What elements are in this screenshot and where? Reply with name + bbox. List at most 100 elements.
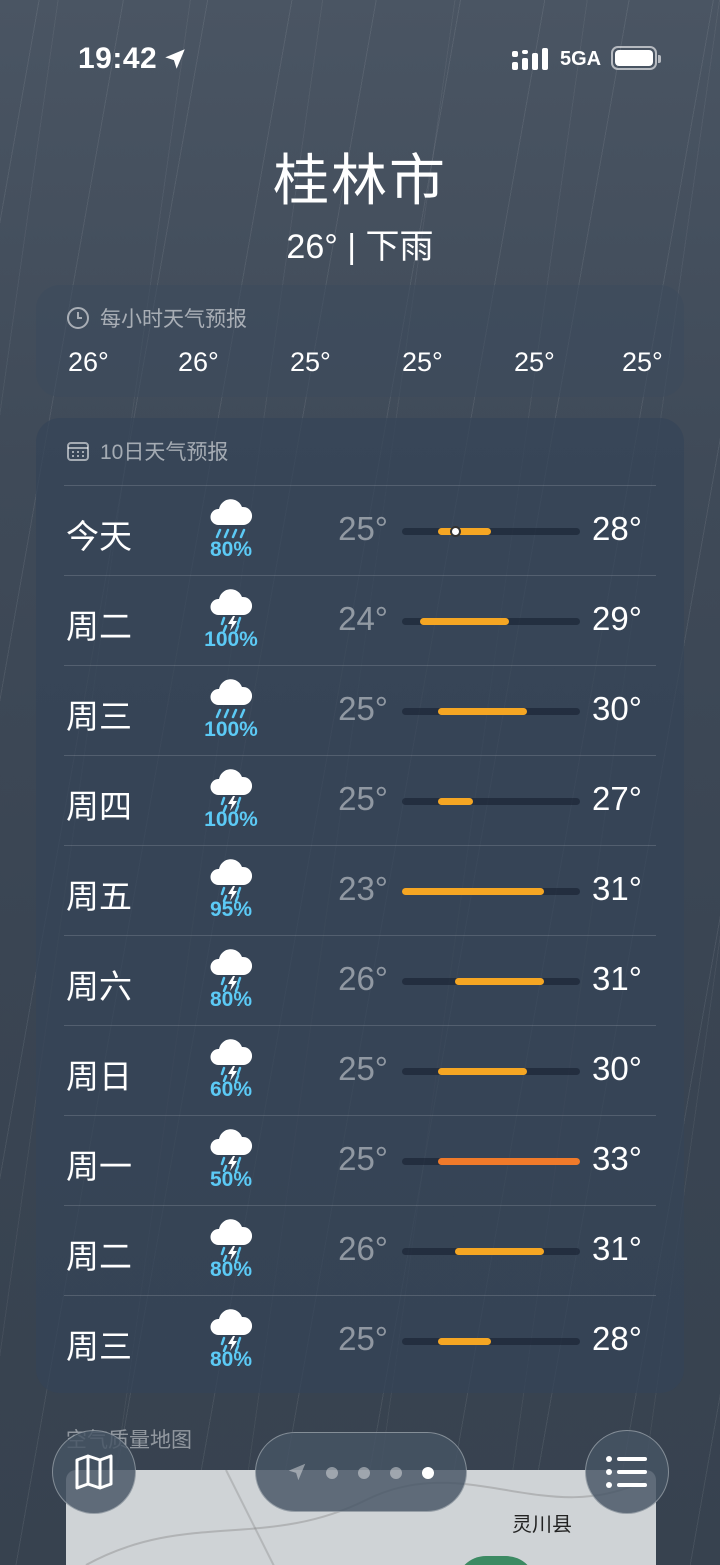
temp-range-bar [402, 798, 580, 805]
precipitation-chance: 80% [209, 1258, 253, 1281]
page-dot[interactable] [390, 1467, 402, 1479]
page-dot-active[interactable] [422, 1467, 434, 1479]
page-dot[interactable] [326, 1467, 338, 1479]
precipitation-chance: 95% [209, 898, 253, 921]
high-temp: 31° [592, 1230, 642, 1267]
high-temp: 28° [592, 1320, 642, 1357]
hourly-temps: 26° 26° 25° 25° 25° 25° [36, 347, 684, 383]
map-icon [75, 1454, 113, 1490]
thunderstorm-icon [206, 1038, 256, 1083]
hourly-temp: 25° [622, 347, 663, 377]
map-place-label: 灵川县 [512, 1514, 572, 1536]
status-time: 19:42 [78, 42, 158, 75]
day-forecast-row[interactable]: 周日 60% 25° 30° [36, 1026, 684, 1116]
rain-cloud-icon [206, 498, 256, 542]
low-temp: 25° [338, 1320, 388, 1357]
low-temp: 23° [338, 870, 388, 907]
thunderstorm-icon [206, 768, 256, 813]
page-indicator[interactable] [255, 1432, 467, 1512]
status-bar: 19:42 5GA [0, 0, 720, 110]
day-name: 周六 [66, 968, 132, 1005]
thunderstorm-icon [206, 1308, 256, 1353]
day-name: 周二 [66, 1238, 132, 1275]
thunderstorm-icon [206, 588, 256, 633]
city-name: 桂林市 [273, 149, 447, 212]
current-temp-dot [450, 526, 462, 537]
day-forecast-row[interactable]: 周六 80% 26° 31° [36, 936, 684, 1026]
temp-range-bar [402, 526, 580, 537]
signal-icon [512, 48, 548, 70]
day-name: 周五 [66, 878, 132, 915]
location-arrow-icon [288, 1463, 306, 1481]
precipitation-chance: 100% [204, 718, 258, 741]
network-type: 5GA [560, 48, 602, 70]
day-forecast-row[interactable]: 周五 95% 23° 31° [36, 846, 684, 936]
precipitation-chance: 100% [204, 628, 258, 651]
thunderstorm-icon [206, 1128, 256, 1173]
hourly-temp: 26° [178, 347, 219, 377]
high-temp: 31° [592, 960, 642, 997]
low-temp: 25° [338, 510, 388, 547]
location-header: 桂林市 26° | 下雨 [0, 136, 720, 268]
day-name: 周二 [66, 608, 132, 645]
temp-range-fill [437, 1338, 491, 1345]
current-conditions: 26° | 下雨 [286, 228, 434, 266]
thunderstorm-icon [206, 948, 256, 993]
day-name: 周四 [66, 788, 132, 825]
day-forecast-row[interactable]: 周四 100% 25° 27° [36, 756, 684, 846]
low-temp: 25° [338, 780, 388, 817]
list-icon [606, 1456, 647, 1488]
day-name: 周三 [66, 1328, 132, 1365]
temp-range-fill [455, 1248, 545, 1255]
rain-cloud-icon [206, 678, 256, 722]
temp-range-bar [402, 708, 580, 715]
day-forecast-row[interactable]: 周二 100% 24° 29° [36, 576, 684, 666]
low-temp: 25° [338, 1140, 388, 1177]
temp-range-fill [402, 888, 545, 895]
hourly-temp: 25° [514, 347, 555, 377]
day-forecast-row[interactable]: 周二 80% 26° 31° [36, 1206, 684, 1296]
temp-range-fill [437, 1068, 527, 1075]
temp-range-fill [437, 708, 527, 715]
temp-range-fill [437, 798, 474, 805]
hourly-temp: 25° [402, 347, 443, 377]
day-name: 周一 [66, 1148, 132, 1185]
day-name: 周日 [66, 1058, 132, 1095]
precipitation-chance: 100% [204, 808, 258, 831]
temp-range-fill [455, 978, 545, 985]
precipitation-chance: 50% [209, 1168, 253, 1191]
temp-range-bar [402, 888, 580, 895]
day-forecast-row[interactable]: 今天 80% 25° 28° [36, 486, 684, 576]
precipitation-chance: 80% [209, 988, 253, 1011]
high-temp: 31° [592, 870, 642, 907]
day-forecast-row[interactable]: 周三 100% 25° 30° [36, 666, 684, 756]
page-dot[interactable] [358, 1467, 370, 1479]
low-temp: 25° [338, 1050, 388, 1087]
day-forecast-row[interactable]: 周一 50% 25° 33° [36, 1116, 684, 1206]
hourly-forecast-card[interactable]: 每小时天气预报 26° 26° 25° 25° 25° 25° [36, 285, 684, 397]
high-temp: 33° [592, 1140, 642, 1177]
temp-range-bar [402, 1338, 580, 1345]
precipitation-chance: 60% [209, 1078, 253, 1101]
hourly-temp: 25° [290, 347, 331, 377]
low-temp: 26° [338, 1230, 388, 1267]
map-button[interactable] [52, 1430, 136, 1514]
day-name: 今天 [66, 518, 132, 555]
thunderstorm-icon [206, 858, 256, 903]
day-name: 周三 [66, 698, 132, 735]
calendar-icon [67, 442, 89, 461]
city-list-button[interactable] [585, 1430, 669, 1514]
ten-day-forecast-title: 10日天气预报 [66, 436, 228, 466]
temp-range-fill [437, 528, 491, 535]
battery-icon [611, 46, 661, 70]
ten-day-forecast-card[interactable]: 10日天气预报 今天 80% 25° 28° 周二 100% 24° 29° 周三 100% 25°… [36, 418, 684, 1393]
temp-range-bar [402, 618, 580, 625]
day-forecast-row[interactable]: 周三 80% 25° 28° [36, 1296, 684, 1386]
hourly-forecast-title: 每小时天气预报 [66, 303, 247, 333]
low-temp: 25° [338, 690, 388, 727]
temp-range-fill [437, 1158, 580, 1165]
thunderstorm-icon [206, 1218, 256, 1263]
hourly-temp: 26° [68, 347, 109, 377]
high-temp: 29° [592, 600, 642, 637]
high-temp: 30° [592, 1050, 642, 1087]
